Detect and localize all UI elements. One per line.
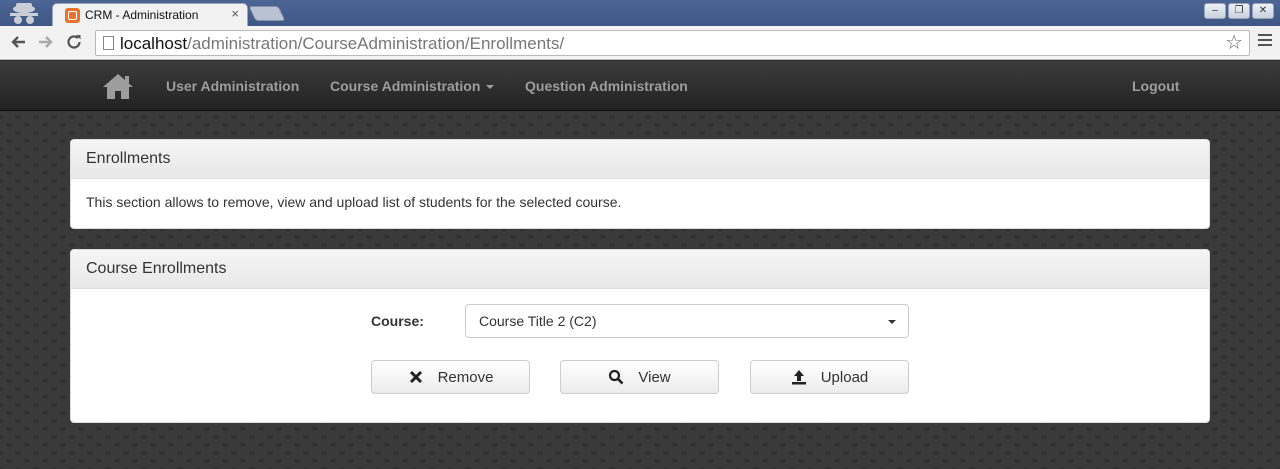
- nav-course-administration[interactable]: Course Administration: [330, 78, 495, 94]
- page-background: User Administration Course Administratio…: [0, 61, 1280, 469]
- course-label: Course:: [371, 313, 424, 329]
- panel-title: Enrollments: [71, 140, 1209, 179]
- arrow-left-icon: [11, 36, 25, 48]
- bookmark-star-icon[interactable]: ☆: [1225, 32, 1243, 54]
- back-button[interactable]: [8, 33, 28, 53]
- close-window-button[interactable]: ✕: [1252, 3, 1274, 19]
- restore-button[interactable]: ❐: [1228, 3, 1250, 19]
- browser-titlebar: CRM - Administration × – ❐ ✕: [0, 0, 1280, 27]
- panel-description: This section allows to remove, view and …: [86, 194, 622, 210]
- remove-button-label: Remove: [437, 368, 494, 386]
- forward-button[interactable]: [36, 33, 56, 53]
- upload-icon: [791, 370, 806, 385]
- upload-button[interactable]: Upload: [750, 360, 909, 394]
- close-icon: [409, 370, 422, 384]
- view-button[interactable]: View: [560, 360, 719, 394]
- upload-button-label: Upload: [820, 368, 869, 386]
- arrow-right-icon: [39, 36, 53, 48]
- course-select[interactable]: Course Title 2 (C2): [465, 304, 909, 338]
- tab-close-button[interactable]: ×: [231, 7, 239, 21]
- nav-user-administration[interactable]: User Administration: [166, 78, 299, 94]
- incognito-icon: [10, 3, 38, 24]
- panel-title: Course Enrollments: [71, 250, 1209, 289]
- top-navbar: User Administration Course Administratio…: [0, 61, 1280, 111]
- reload-icon: [67, 35, 81, 49]
- new-tab-button[interactable]: [248, 6, 286, 21]
- remove-button[interactable]: Remove: [371, 360, 530, 394]
- tab-title: CRM - Administration: [85, 8, 199, 22]
- course-select-value: Course Title 2 (C2): [479, 313, 597, 329]
- page-icon: [103, 36, 114, 50]
- address-bar[interactable]: localhost/administration/CourseAdministr…: [95, 30, 1250, 56]
- logout-link[interactable]: Logout: [1132, 78, 1179, 94]
- nav-question-administration[interactable]: Question Administration: [525, 78, 688, 94]
- chevron-down-icon: [888, 320, 896, 324]
- course-enrollments-panel: Course Enrollments Course: Course Title …: [70, 249, 1210, 423]
- browser-toolbar: localhost/administration/CourseAdministr…: [0, 26, 1280, 60]
- minimize-button[interactable]: –: [1204, 3, 1226, 19]
- reload-button[interactable]: [64, 33, 84, 53]
- search-icon: [609, 369, 624, 385]
- favicon-icon: [65, 8, 80, 23]
- view-button-label: View: [638, 368, 671, 386]
- enrollments-panel: Enrollments This section allows to remov…: [70, 139, 1210, 229]
- browser-tab[interactable]: CRM - Administration ×: [52, 3, 248, 27]
- url-text: localhost/administration/CourseAdministr…: [120, 34, 565, 53]
- home-icon[interactable]: [101, 71, 135, 101]
- browser-menu-icon[interactable]: [1258, 34, 1272, 49]
- chevron-down-icon: [486, 85, 495, 90]
